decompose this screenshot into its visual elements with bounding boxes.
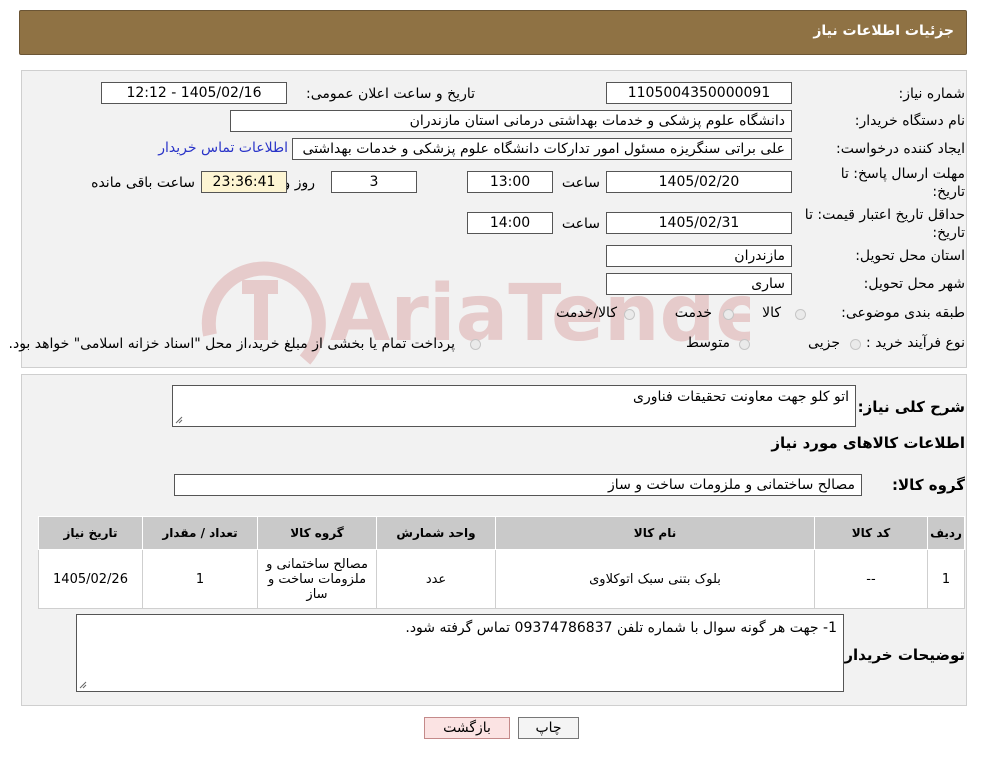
deadline-time-field: 13:00 xyxy=(467,171,553,193)
col-header-date: تاریخ نیاز xyxy=(38,516,143,550)
summary-text: اتو کلو جهت معاونت تحقیقات فناوری xyxy=(632,389,849,405)
remaining-label: ساعت باقی مانده xyxy=(91,175,195,191)
category-goods-service-radio[interactable] xyxy=(624,309,635,320)
cell-unit: عدد xyxy=(376,549,496,609)
days-field: 3 xyxy=(331,171,417,193)
col-header-name: نام کالا xyxy=(495,516,815,550)
deadline-time-label: ساعت xyxy=(561,175,600,191)
category-service-radio[interactable] xyxy=(723,309,734,320)
buyer-org-field: دانشگاه علوم پزشکی و خدمات بهداشتی درمان… xyxy=(230,110,792,132)
back-button[interactable]: بازگشت xyxy=(424,717,510,739)
page-header: جزئیات اطلاعات نیاز xyxy=(19,10,967,55)
col-header-code: کد کالا xyxy=(814,516,928,550)
col-header-group: گروه کالا xyxy=(257,516,377,550)
col-header-unit: واحد شمارش xyxy=(376,516,496,550)
cell-quantity: 1 xyxy=(142,549,258,609)
table-row: 1 -- بلوک بتنی سبک اتوکلاوی عدد مصالح سا… xyxy=(38,549,965,609)
category-service-label: خدمت xyxy=(674,305,712,321)
cell-code: -- xyxy=(814,549,928,609)
category-label: طبقه بندی موضوعی: xyxy=(841,305,965,321)
need-number-label: شماره نیاز: xyxy=(898,86,966,102)
group-label: گروه کالا: xyxy=(892,476,965,494)
cell-date: 1405/02/26 xyxy=(38,549,143,609)
announce-label: تاریخ و ساعت اعلان عمومی: xyxy=(306,86,475,102)
city-label: شهر محل تحویل: xyxy=(863,276,965,292)
resize-grip-icon[interactable] xyxy=(175,416,183,424)
items-section-title: اطلاعات کالاهای مورد نیاز xyxy=(771,434,965,452)
items-table: ردیف کد کالا نام کالا واحد شمارش گروه کا… xyxy=(38,516,965,609)
summary-label: شرح کلی نیاز: xyxy=(857,398,965,416)
category-goods-radio[interactable] xyxy=(795,309,806,320)
cell-group: مصالح ساختمانی و ملزومات ساخت و ساز xyxy=(257,549,377,609)
category-goods-label: کالا xyxy=(762,305,781,321)
validity-time-label: ساعت xyxy=(561,216,600,232)
deadline-label: مهلت ارسال پاسخ: تا تاریخ: xyxy=(840,166,965,200)
buyer-contact-link[interactable]: اطلاعات تماس خریدار xyxy=(158,140,288,156)
validity-time-field: 14:00 xyxy=(467,212,553,234)
need-number-field: 1105004350000091 xyxy=(606,82,792,104)
col-header-quantity: تعداد / مقدار xyxy=(142,516,258,550)
buyer-org-label: نام دستگاه خریدار: xyxy=(854,113,965,129)
page-title: جزئیات اطلاعات نیاز xyxy=(813,23,954,39)
process-medium-radio[interactable] xyxy=(739,339,750,350)
print-button[interactable]: چاپ xyxy=(518,717,579,739)
summary-textarea[interactable]: اتو کلو جهت معاونت تحقیقات فناوری xyxy=(172,385,856,427)
process-minor-radio[interactable] xyxy=(850,339,861,350)
city-field: ساری xyxy=(606,273,792,295)
validity-date-field: 1405/02/31 xyxy=(606,212,792,234)
cell-name: بلوک بتنی سبک اتوکلاوی xyxy=(495,549,815,609)
province-label: استان محل تحویل: xyxy=(855,248,965,264)
days-label: روز و xyxy=(283,175,316,191)
validity-label: حداقل تاریخ اعتبار قیمت: تا تاریخ: xyxy=(804,207,965,241)
process-minor-label: جزیی xyxy=(808,335,840,351)
deadline-date-field: 1405/02/20 xyxy=(606,171,792,193)
process-medium-label: متوسط xyxy=(686,335,730,351)
group-field: مصالح ساختمانی و ملزومات ساخت و ساز xyxy=(174,474,862,496)
category-goods-service-label: کالا/خدمت xyxy=(556,305,617,321)
creator-field: علی براتی سنگریزه مسئول امور تدارکات دان… xyxy=(292,138,792,160)
process-label: نوع فرآیند خرید : xyxy=(866,335,965,351)
remaining-time-field: 23:36:41 xyxy=(201,171,287,193)
resize-grip-icon[interactable] xyxy=(79,681,87,689)
payment-note: پرداخت تمام یا بخشی از مبلغ خرید،از محل … xyxy=(8,336,455,352)
notes-textarea[interactable]: 1- جهت هر گونه سوال با شماره تلفن 093747… xyxy=(76,614,844,692)
notes-label: توضیحات خریدار: xyxy=(838,646,965,664)
col-header-row-no: ردیف xyxy=(927,516,965,550)
table-header-row: ردیف کد کالا نام کالا واحد شمارش گروه کا… xyxy=(38,516,965,550)
notes-text: 1- جهت هر گونه سوال با شماره تلفن 093747… xyxy=(405,620,837,636)
announce-date-field: 1405/02/16 - 12:12 xyxy=(101,82,287,104)
province-field: مازندران xyxy=(606,245,792,267)
treasury-payment-checkbox[interactable] xyxy=(470,339,481,350)
creator-label: ایجاد کننده درخواست: xyxy=(836,141,965,157)
cell-row-no: 1 xyxy=(927,549,965,609)
